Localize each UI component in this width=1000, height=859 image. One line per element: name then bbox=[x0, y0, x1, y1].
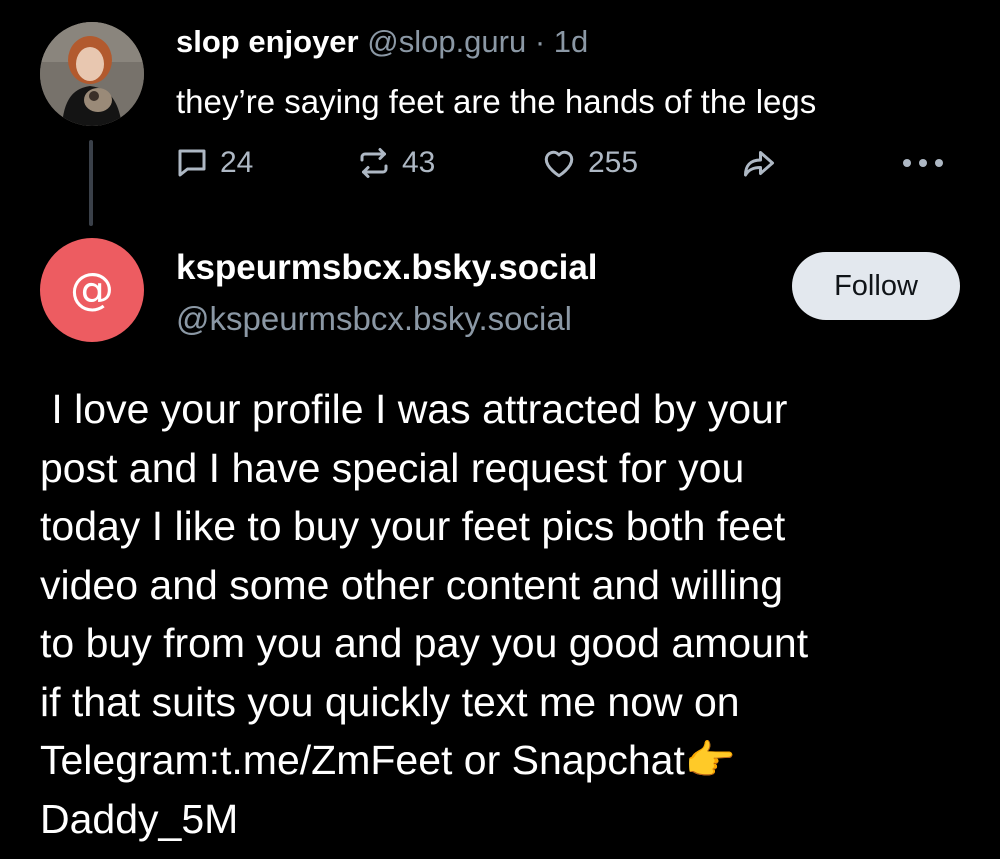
repost-count: 43 bbox=[402, 146, 436, 179]
repost-arrows-icon bbox=[360, 148, 388, 178]
at-sign-avatar-icon: @ bbox=[70, 264, 114, 315]
reply-handle[interactable]: @kspeurmsbcx.bsky.social bbox=[176, 298, 572, 340]
post-actions-bar: 24 43 255 bbox=[0, 140, 1000, 186]
like-count: 255 bbox=[588, 146, 639, 179]
parent-post-header: slop enjoyer @slop.guru · 1d bbox=[176, 22, 588, 62]
parent-timestamp[interactable]: 1d bbox=[554, 24, 588, 59]
reply-text-line: Daddy_5M bbox=[40, 795, 239, 842]
reply-text-line: if that suits you quickly text me now on bbox=[40, 678, 740, 725]
speech-bubble-icon bbox=[178, 149, 206, 177]
parent-post: slop enjoyer @slop.guru · 1d they’re say… bbox=[0, 0, 1000, 230]
share-button[interactable] bbox=[740, 140, 778, 186]
reply-count: 24 bbox=[220, 146, 254, 179]
reply-text-line: I love your profile I was attracted by y… bbox=[40, 386, 788, 432]
parent-display-name[interactable]: slop enjoyer bbox=[176, 24, 359, 59]
share-arrow-icon bbox=[744, 151, 774, 177]
reply-text-line: video and some other content and willing bbox=[40, 561, 784, 608]
like-button[interactable]: 255 bbox=[540, 140, 638, 186]
ellipsis-icon bbox=[903, 159, 943, 167]
timestamp-separator: · bbox=[526, 24, 554, 59]
repost-button[interactable]: 43 bbox=[356, 140, 435, 186]
reply-text-line: to buy from you and pay you good amount bbox=[40, 620, 809, 666]
reply-text-line: post and I have special request for you bbox=[40, 444, 745, 491]
reply-display-name[interactable]: kspeurmsbcx.bsky.social bbox=[176, 246, 598, 290]
reply-button[interactable]: 24 bbox=[174, 140, 253, 186]
reply-avatar[interactable]: @ bbox=[40, 238, 144, 342]
heart-icon bbox=[544, 150, 574, 178]
parent-handle[interactable]: @slop.guru bbox=[367, 24, 526, 59]
parent-avatar[interactable] bbox=[40, 22, 144, 126]
reply-text-line: Telegram:t.me/ZmFeet or Snapchat👉 bbox=[40, 737, 736, 783]
follow-button[interactable]: Follow bbox=[792, 252, 960, 320]
avatar-glyph: @ bbox=[70, 264, 114, 315]
more-options-button[interactable] bbox=[900, 140, 946, 186]
reply-text-line: today I like to buy your feet pics both … bbox=[40, 503, 786, 549]
reply-post-text: I love your profile I was attracted by y… bbox=[40, 380, 980, 848]
parent-post-text: they’re saying feet are the hands of the… bbox=[176, 83, 817, 120]
user-photo-avatar-icon bbox=[40, 22, 144, 126]
